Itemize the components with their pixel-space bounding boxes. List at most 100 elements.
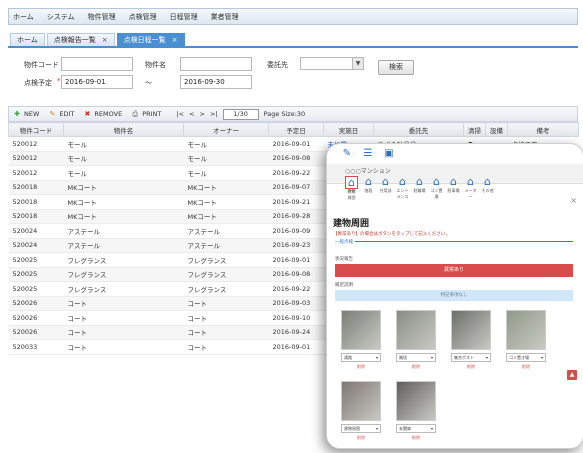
tab-inspection-report-list[interactable]: 点検報告一覧 ×: [46, 33, 115, 46]
building-icon: ⌂: [450, 175, 457, 188]
remark-label: 補足説明: [335, 283, 353, 288]
date-to-input[interactable]: 2016-09-30: [180, 75, 252, 89]
scroll-top-icon[interactable]: ▲: [567, 370, 577, 380]
cell-property-code: 520025: [8, 267, 64, 282]
photo-delete-link[interactable]: 削除: [451, 364, 491, 370]
property-code-label: 物件コード: [24, 61, 59, 69]
list-icon[interactable]: ☰: [362, 148, 374, 160]
col-cleaning[interactable]: 清掃: [463, 122, 486, 137]
inspection-photo[interactable]: [341, 381, 381, 421]
close-icon[interactable]: ×: [102, 36, 108, 44]
no-remarks-button[interactable]: 特記事項なし: [335, 290, 573, 301]
cell-owner: モール: [183, 151, 269, 166]
page-number-input[interactable]: 1/30: [222, 108, 259, 120]
tab-label: 点検報告一覧: [53, 36, 96, 44]
pencil-icon: ✎: [49, 110, 56, 118]
inspection-photo[interactable]: [341, 310, 381, 350]
cell-owner: コート: [183, 325, 269, 340]
date-from-input[interactable]: 2016-09-01: [61, 75, 133, 89]
col-equipment[interactable]: 設備: [485, 122, 508, 137]
chevron-down-icon: ▼: [352, 58, 363, 69]
col-owner[interactable]: オーナー: [183, 122, 269, 137]
inspection-photo[interactable]: [506, 310, 546, 350]
inspection-photo[interactable]: [451, 310, 491, 350]
category-button[interactable]: ⌂ その他: [481, 176, 494, 200]
new-button[interactable]: ✚ NEW: [13, 110, 39, 118]
cell-property-name: フレグランス: [63, 267, 184, 282]
photo-delete-link[interactable]: 削除: [341, 364, 381, 370]
edit-button[interactable]: ✎ EDIT: [48, 110, 74, 118]
col-property-code[interactable]: 物件コード: [8, 122, 64, 137]
next-page-button[interactable]: >: [199, 110, 204, 118]
category-label: その他: [481, 188, 494, 193]
cell-scheduled-date: 2016-09-24: [268, 325, 324, 340]
tab-home[interactable]: ホーム: [10, 33, 45, 46]
prev-page-button[interactable]: <: [189, 110, 194, 118]
print-button[interactable]: ⎙ PRINT: [131, 110, 161, 118]
photo-icon[interactable]: ▣: [383, 148, 395, 160]
property-name-input[interactable]: [180, 57, 252, 71]
cell-property-code: 520026: [8, 325, 64, 340]
close-icon[interactable]: ×: [172, 36, 178, 44]
inspection-photo[interactable]: [396, 310, 436, 350]
category-button[interactable]: ⌂ メーター: [464, 176, 477, 200]
col-executed-date[interactable]: 実施日: [323, 122, 374, 137]
last-page-button[interactable]: >|: [210, 110, 218, 118]
col-scheduled-date[interactable]: 予定日: [268, 122, 324, 137]
required-mark: *: [57, 77, 61, 85]
instruction-note: 【異常あり】の場合はボタンをタップして記入ください。: [333, 232, 450, 237]
category-button[interactable]: ⌂ 建物周囲: [345, 176, 358, 200]
photo-location-select[interactable]: 階段 ▾: [396, 353, 436, 362]
building-icon: ⌂: [433, 175, 440, 188]
edit-icon[interactable]: ✎: [341, 148, 353, 160]
cell-property-code: 520025: [8, 281, 64, 297]
photo-delete-link[interactable]: 削除: [396, 364, 436, 370]
print-label: PRINT: [142, 110, 162, 118]
category-button[interactable]: ⌂ ゴミ置場: [430, 176, 443, 200]
search-button[interactable]: 検索: [378, 60, 414, 75]
menu-schedule[interactable]: 日程管理: [170, 12, 198, 22]
category-button[interactable]: ⌂ 階段: [362, 176, 375, 200]
tab-inspection-schedule-list[interactable]: 点検日程一覧 ×: [116, 33, 185, 46]
property-code-input[interactable]: [61, 57, 133, 71]
category-label: ゴミ置場: [430, 188, 443, 199]
col-client[interactable]: 委託先: [373, 122, 464, 137]
category-button[interactable]: ⌂ 駐車場: [447, 176, 460, 200]
photo-delete-link[interactable]: 削除: [396, 435, 436, 441]
building-name: ○○○マンション: [345, 168, 391, 175]
photo-delete-link[interactable]: 削除: [506, 364, 546, 370]
cell-owner: アステール: [183, 238, 269, 253]
cell-property-name: モール: [63, 165, 184, 181]
client-select[interactable]: ▼: [300, 57, 364, 70]
category-button[interactable]: ⌂ 共用部: [379, 176, 392, 200]
cell-property-code: 520018: [8, 194, 64, 210]
photo-location-select[interactable]: 通路 ▾: [341, 353, 381, 362]
remove-button[interactable]: ✖ REMOVE: [83, 110, 122, 118]
menu-system[interactable]: システム: [47, 12, 75, 22]
category-button[interactable]: ⌂ エントランス: [396, 176, 409, 200]
category-button[interactable]: ⌂ 駐輪場: [413, 176, 426, 200]
chevron-down-icon: ▾: [430, 426, 433, 431]
section-heading: 建物周囲: [333, 219, 370, 229]
building-icon: ⌂: [484, 175, 491, 188]
menu-property[interactable]: 物件管理: [88, 12, 116, 22]
abnormal-button[interactable]: 異常あり: [335, 264, 573, 277]
photo-location-select[interactable]: 建物周囲 ▾: [341, 424, 381, 433]
menu-vendor[interactable]: 業者管理: [211, 12, 239, 22]
menu-inspection[interactable]: 点検管理: [129, 12, 157, 22]
menu-home[interactable]: ホーム: [13, 12, 34, 22]
cell-property-name: コート: [63, 339, 184, 355]
photo-delete-link[interactable]: 削除: [341, 435, 381, 441]
inspection-photo[interactable]: [396, 381, 436, 421]
pager: |< < > >| 1/30 Page Size:30: [176, 108, 310, 120]
photo-location-select[interactable]: 玄関扉 ▾: [396, 424, 436, 433]
col-property-name[interactable]: 物件名: [63, 122, 184, 137]
photo-location-select[interactable]: ゴミ置き場 ▾: [506, 353, 546, 362]
cell-owner: フレグランス: [183, 267, 269, 282]
col-remarks[interactable]: 備考: [507, 122, 579, 137]
first-page-button[interactable]: |<: [176, 110, 184, 118]
category-label: 駐車場: [447, 188, 460, 193]
cell-scheduled-date: 2016-09-03: [268, 296, 324, 311]
close-icon[interactable]: ×: [570, 196, 577, 205]
photo-location-select[interactable]: 集合ポスト ▾: [451, 353, 491, 362]
